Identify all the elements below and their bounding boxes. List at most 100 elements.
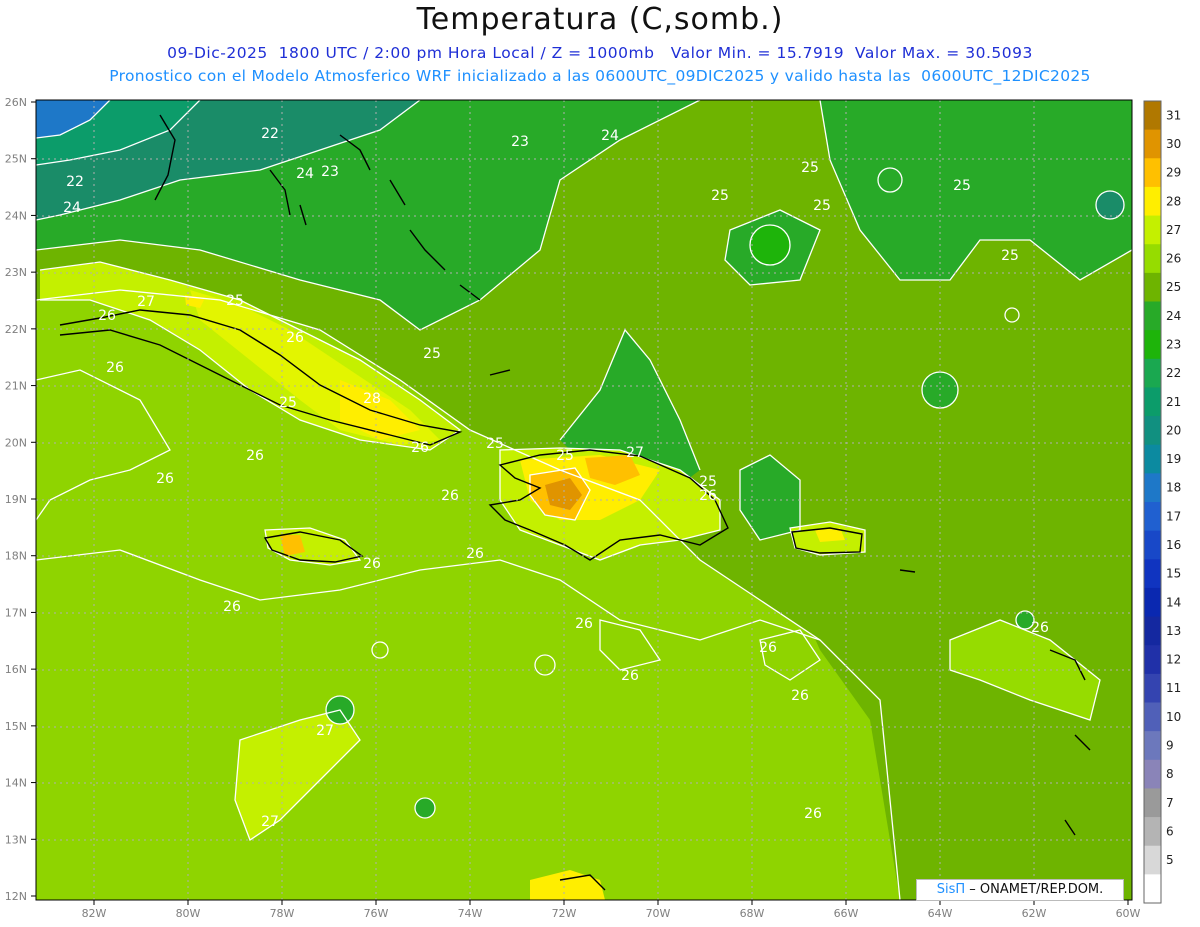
isoline-label: 23: [511, 134, 529, 150]
isoline-label: 26: [106, 360, 124, 376]
colorbar-label: 10: [1166, 710, 1181, 724]
isoline-label: 24: [296, 166, 314, 182]
lon-label: 68W: [740, 907, 765, 920]
colorbar-label: 20: [1166, 423, 1181, 437]
colorbar-swatch: [1144, 673, 1161, 703]
colorbar-label: 22: [1166, 366, 1181, 380]
lon-label: 64W: [928, 907, 953, 920]
isoline-label: 24: [63, 200, 81, 216]
isoline-label: 25: [801, 160, 819, 176]
colorbar-swatch: [1144, 215, 1161, 245]
isoline-label: 27: [261, 814, 279, 830]
credit-org: – ONAMET/REP.DOM.: [969, 882, 1104, 897]
colorbar-label: 6: [1166, 824, 1174, 838]
temperature-map: 22 22 24 23 23 24 24 25 25 25 25 25 25 25 25 25 26 27 26 26…: [5, 96, 1182, 920]
isoline-label: 22: [66, 174, 84, 190]
isoline-label: 26: [699, 488, 717, 504]
lat-label: 23N: [5, 266, 27, 279]
colorbar-label: 15: [1166, 567, 1181, 581]
colorbar-label: 19: [1166, 452, 1181, 466]
isoline-label: 22: [261, 126, 279, 142]
colorbar-label: 28: [1166, 194, 1181, 208]
isoline-label: 25: [423, 346, 441, 362]
lon-label: 60W: [1116, 907, 1141, 920]
lon-label: 78W: [270, 907, 295, 920]
lat-label: 21N: [5, 380, 27, 393]
colorbar-swatch: [1144, 702, 1161, 732]
colorbar-swatch: [1144, 129, 1161, 159]
isoline-label: 26: [286, 330, 304, 346]
lat-label: 17N: [5, 606, 27, 619]
isoline-label: 25: [813, 198, 831, 214]
colorbar-swatch: [1144, 358, 1161, 388]
lat-label: 13N: [5, 833, 27, 846]
isoline-label: 24: [601, 128, 619, 144]
isoline-label: 25: [486, 436, 504, 452]
colorbar-swatch: [1144, 444, 1161, 474]
colorbar-swatch: [1144, 330, 1161, 360]
colorbar-swatch: [1144, 645, 1161, 675]
colorbar-swatch: [1144, 759, 1161, 789]
isoline-label: 26: [759, 640, 777, 656]
lon-label: 66W: [834, 907, 859, 920]
colorbar-swatch: [1144, 416, 1161, 446]
colorbar-swatch: [1144, 186, 1161, 217]
colorbar-swatch: [1144, 587, 1161, 618]
lat-label: 24N: [5, 209, 27, 222]
colorbar-label: 17: [1166, 509, 1181, 523]
isoline-label: 25: [279, 395, 297, 411]
colorbar-label: 14: [1166, 595, 1181, 609]
isoline-label: 26: [223, 599, 241, 615]
colorbar-swatch: [1144, 530, 1161, 560]
isoline-label: 26: [363, 556, 381, 572]
colorbar-label: 13: [1166, 624, 1181, 638]
colorbar-label: 26: [1166, 252, 1181, 266]
lat-label: 16N: [5, 663, 27, 676]
colorbar-swatch: [1144, 101, 1161, 131]
isoline-label: 27: [316, 723, 334, 739]
colorbar: 31 30 29 28 27 26 25 24 23 22 21 20 19 18 17 16 15 14 13 12…: [1143, 100, 1181, 904]
colorbar-label: 23: [1166, 337, 1181, 351]
isoline-label: 26: [246, 448, 264, 464]
isoline-label: 26: [466, 546, 484, 562]
isoline-label: 26: [621, 668, 639, 684]
lat-label: 14N: [5, 777, 27, 790]
credit-box: SisΠ – ONAMET/REP.DOM.: [916, 879, 1124, 901]
longitude-labels: 82W 80W 78W 76W 74W 72W 70W 68W 66W 64W 62W 60W: [82, 900, 1141, 920]
isoline-label: 25: [556, 448, 574, 464]
lat-label: 15N: [5, 720, 27, 733]
isoline-label: 26: [791, 688, 809, 704]
lat-label: 25N: [5, 153, 27, 166]
isoline-label: 25: [226, 293, 244, 309]
lon-label: 82W: [82, 907, 107, 920]
colorbar-swatch: [1144, 559, 1161, 589]
lat-label: 18N: [5, 550, 27, 563]
colorbar-label: 25: [1166, 280, 1181, 294]
colorbar-label: 9: [1166, 738, 1174, 752]
colorbar-swatch: [1144, 817, 1161, 847]
colorbar-swatch: [1144, 301, 1161, 331]
lon-label: 80W: [176, 907, 201, 920]
isoline-label: 26: [98, 308, 116, 324]
colorbar-label: 31: [1166, 108, 1181, 122]
isoline-label: 26: [156, 471, 174, 487]
isoline-label: 25: [711, 188, 729, 204]
isoline-label: 23: [321, 164, 339, 180]
isoline-label: 26: [575, 616, 593, 632]
colorbar-swatch: [1144, 788, 1161, 818]
lon-label: 62W: [1022, 907, 1047, 920]
isoline-label: 28: [363, 391, 381, 407]
latitude-labels: 26N 25N 24N 23N 22N 21N 20N 19N 18N 17N 16N 15N 14N 1…: [5, 96, 36, 903]
lon-label: 72W: [552, 907, 577, 920]
colorbar-swatch: [1144, 502, 1161, 532]
isoline-label: 25: [953, 178, 971, 194]
colorbar-label: 21: [1166, 395, 1181, 409]
colorbar-swatch: [1144, 874, 1161, 904]
colorbar-swatch: [1144, 244, 1161, 274]
sispi-logo: SisΠ: [936, 882, 966, 897]
colorbar-swatch: [1144, 616, 1161, 646]
lon-label: 70W: [646, 907, 671, 920]
isoline-label: 27: [137, 294, 155, 310]
lat-label: 22N: [5, 323, 27, 336]
colorbar-label: 18: [1166, 481, 1181, 495]
